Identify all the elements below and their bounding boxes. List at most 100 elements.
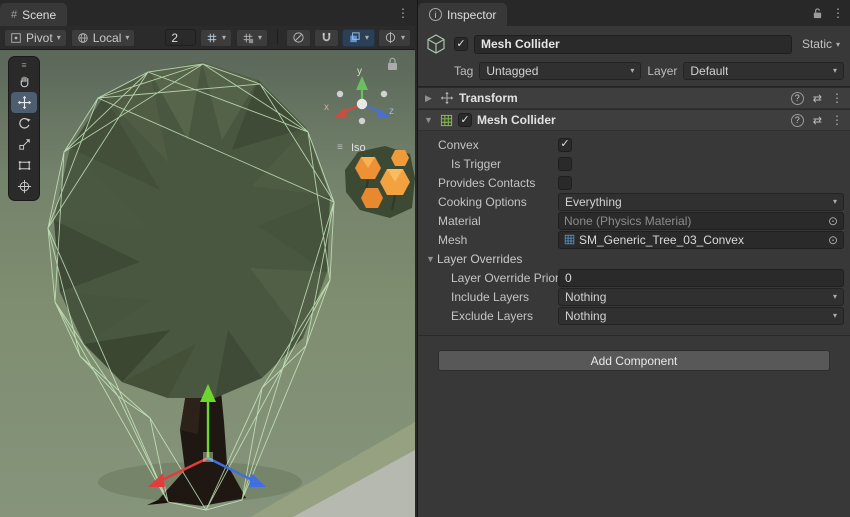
mesh-collider-header[interactable]: ▼ ✓ Mesh Collider ? ⇄ ⋮ <box>418 109 850 131</box>
view-tool-button[interactable] <box>11 71 37 92</box>
grid-snap-icon <box>242 32 254 44</box>
transform-header[interactable]: ▶ Transform ? ⇄ ⋮ <box>418 87 850 109</box>
iso-menu-icon: ≡ <box>337 142 343 153</box>
rotate-tool-button[interactable] <box>11 113 37 134</box>
presets-icon[interactable]: ⇄ <box>813 92 822 105</box>
rect-tool-button[interactable] <box>11 155 37 176</box>
row-provides-contacts: Provides Contacts ✓ <box>418 173 844 192</box>
presets-icon[interactable]: ⇄ <box>813 114 822 127</box>
chevron-down-icon: ▾ <box>125 33 129 42</box>
help-icon[interactable]: ? <box>791 114 804 127</box>
provides-contacts-checkbox[interactable]: ✓ <box>558 176 572 190</box>
tab-inspector[interactable]: i Inspector <box>418 3 507 26</box>
add-component-area: Add Component <box>418 335 850 385</box>
gizmos-icon <box>384 31 397 44</box>
overlay-dropdown[interactable]: ▾ <box>378 29 411 47</box>
cooking-options-dropdown[interactable]: Everything ▾ <box>558 193 844 211</box>
chevron-down-icon: ▾ <box>630 66 634 75</box>
info-icon: i <box>429 8 442 21</box>
globe-icon <box>77 32 89 44</box>
is-trigger-checkbox[interactable]: ✓ <box>558 157 572 171</box>
grid-snap-dropdown[interactable]: ▾ <box>236 29 268 47</box>
static-label: Static <box>802 37 832 51</box>
object-picker-icon[interactable]: ⊙ <box>826 215 840 227</box>
transform-tool-button[interactable] <box>11 176 37 197</box>
scene-viewport[interactable]: y x z ≡ Iso ≡ <box>0 50 415 517</box>
transform-title: Transform <box>459 91 518 105</box>
chevron-down-icon: ▾ <box>57 33 61 42</box>
local-label: Local <box>93 31 122 45</box>
gameobject-header: ✓ Mesh Collider Static ▾ Tag Untagged ▾ … <box>418 26 850 87</box>
tab-scene-label: Scene <box>22 8 56 22</box>
row-is-trigger: Is Trigger ✓ <box>418 154 844 173</box>
chevron-down-icon: ▾ <box>258 33 262 42</box>
tab-inspector-label: Inspector <box>447 8 496 22</box>
grid-visibility-dropdown[interactable]: ▾ <box>200 29 232 47</box>
scene-tabbar: # Scene ⋮ <box>0 0 415 26</box>
snapping-toggle[interactable] <box>314 29 339 47</box>
render-mode-toggle[interactable]: ▾ <box>342 29 375 47</box>
chevron-down-icon: ▾ <box>222 33 226 42</box>
tab-scene[interactable]: # Scene <box>0 3 67 26</box>
iso-indicator[interactable]: ≡ Iso <box>337 142 366 154</box>
gameobject-active-checkbox[interactable]: ✓ <box>454 37 468 51</box>
chevron-down-icon: ▾ <box>833 66 837 75</box>
object-picker-icon[interactable]: ⊙ <box>826 234 840 246</box>
layer-override-priority-input[interactable]: 0 <box>558 269 844 287</box>
foldout-open-icon[interactable]: ▼ <box>422 115 435 125</box>
mesh-collider-title: Mesh Collider <box>477 113 556 127</box>
transform-icon <box>440 91 454 105</box>
handle-orientation-dropdown[interactable]: Local ▾ <box>71 29 136 47</box>
foldout-open-icon: ▼ <box>424 254 437 264</box>
mesh-collider-icon <box>440 114 453 127</box>
inspector-more-icon[interactable]: ⋮ <box>832 6 844 20</box>
help-icon[interactable]: ? <box>791 92 804 105</box>
scene-visibility-toggle[interactable] <box>286 29 311 47</box>
chevron-down-icon: ▾ <box>365 33 369 42</box>
convex-checkbox[interactable]: ✓ <box>558 138 572 152</box>
foldout-closed-icon[interactable]: ▶ <box>422 93 435 104</box>
row-mesh: Mesh SM_Generic_Tree_03_Convex ⊙ <box>418 230 844 249</box>
mesh-asset-icon <box>564 234 575 245</box>
exclude-layers-dropdown[interactable]: Nothing ▾ <box>558 307 844 325</box>
grid-size-input[interactable]: 2 <box>165 29 196 46</box>
mesh-collider-enabled-checkbox[interactable]: ✓ <box>458 113 472 127</box>
rotate-icon <box>17 116 32 131</box>
transform-more-icon[interactable]: ⋮ <box>831 91 843 105</box>
gameobject-name-field[interactable]: Mesh Collider <box>474 35 792 54</box>
material-object-field[interactable]: None (Physics Material) ⊙ <box>558 212 844 230</box>
row-cooking-options: Cooking Options Everything ▾ <box>418 192 844 211</box>
row-layer-override-priority: Layer Override Priority 0 <box>418 268 844 287</box>
mesh-object-field[interactable]: SM_Generic_Tree_03_Convex ⊙ <box>558 231 844 249</box>
chevron-down-icon: ▾ <box>833 292 837 301</box>
add-component-button[interactable]: Add Component <box>438 350 830 371</box>
overlay-grip[interactable]: ≡ <box>11 59 37 71</box>
row-exclude-layers: Exclude Layers Nothing ▾ <box>418 306 844 325</box>
chevron-down-icon: ▾ <box>836 40 840 49</box>
mesh-collider-more-icon[interactable]: ⋮ <box>831 113 843 127</box>
hand-icon <box>17 74 32 89</box>
scene-tools-overlay: ≡ <box>8 56 40 201</box>
lock-icon[interactable] <box>812 7 823 20</box>
layer-overrides-foldout[interactable]: ▼ Layer Overrides <box>418 249 844 268</box>
iso-label: Iso <box>351 142 366 154</box>
tag-label: Tag <box>454 64 473 78</box>
unity-editor: # Scene ⋮ Pivot ▾ Local ▾ 2 <box>0 0 850 517</box>
pivot-dropdown[interactable]: Pivot ▾ <box>4 29 67 47</box>
static-dropdown[interactable]: Static ▾ <box>798 37 844 51</box>
scale-tool-button[interactable] <box>11 134 37 155</box>
layer-dropdown[interactable]: Default ▾ <box>683 62 844 80</box>
collider-cube-icon <box>424 32 448 56</box>
row-convex: Convex ✓ <box>418 135 844 154</box>
tag-dropdown[interactable]: Untagged ▾ <box>479 62 641 80</box>
include-layers-dropdown[interactable]: Nothing ▾ <box>558 288 844 306</box>
move-tool-button[interactable] <box>11 92 37 113</box>
row-include-layers: Include Layers Nothing ▾ <box>418 287 844 306</box>
scene-more-icon[interactable]: ⋮ <box>397 6 409 20</box>
axis-z-label: z <box>389 106 394 117</box>
layer-label: Layer <box>647 64 677 78</box>
scene-panel: # Scene ⋮ Pivot ▾ Local ▾ 2 <box>0 0 415 517</box>
rect-icon <box>17 158 32 173</box>
pivot-label: Pivot <box>26 31 53 45</box>
scene-toolbar: Pivot ▾ Local ▾ 2 ▾ ▾ <box>0 26 415 50</box>
